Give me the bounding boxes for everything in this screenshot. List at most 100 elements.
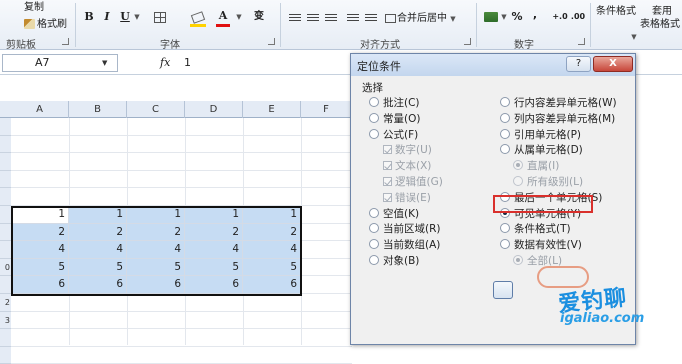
increase-decimal-button[interactable]: +.0	[552, 8, 568, 26]
row-header[interactable]	[0, 276, 11, 294]
radio-option[interactable]: 常量(O)	[369, 112, 420, 126]
sub-option: 错误(E)	[383, 191, 431, 205]
number-format-button[interactable]	[482, 8, 500, 26]
font-color-button[interactable]: A	[216, 7, 230, 25]
radio-icon	[513, 160, 523, 171]
radio-option[interactable]: 对象(B)	[369, 254, 419, 268]
radio-option[interactable]: 行内容差异单元格(W)	[500, 96, 617, 110]
border-button[interactable]	[152, 8, 168, 26]
merge-center-button[interactable]: 合并后居中 ▼	[385, 9, 456, 24]
currency-icon	[484, 12, 498, 22]
radio-option[interactable]: 当前区域(R)	[369, 222, 441, 236]
radio-option[interactable]: 批注(C)	[369, 96, 420, 110]
option-label: 引用单元格(P)	[514, 128, 582, 141]
font-color-swatch	[216, 24, 230, 27]
bold-button[interactable]: B	[82, 8, 96, 26]
percent-button[interactable]: %	[510, 8, 524, 26]
row-header[interactable]	[0, 170, 11, 189]
option-label: 文本(X)	[395, 160, 432, 173]
clipboard-launcher-icon[interactable]	[62, 38, 69, 45]
row-header[interactable]	[0, 241, 11, 259]
copy-button[interactable]: 复制	[24, 0, 44, 13]
radio-option[interactable]: 列内容差异单元格(M)	[500, 112, 615, 126]
section-label: 选择	[362, 82, 383, 94]
font-launcher-icon[interactable]	[268, 38, 275, 45]
chevron-down-icon[interactable]: ▼	[132, 8, 142, 26]
row-header[interactable]	[0, 135, 11, 154]
checkbox-icon	[383, 177, 392, 186]
column-header[interactable]: E	[243, 101, 301, 118]
align-right-button[interactable]	[324, 9, 338, 27]
dialog-title: 定位条件	[357, 60, 401, 73]
row-header[interactable]	[0, 223, 11, 242]
row-header[interactable]	[0, 346, 11, 364]
number-group-label: 数字	[514, 40, 534, 51]
column-header[interactable]: D	[185, 101, 243, 118]
help-button[interactable]: ?	[566, 56, 591, 72]
chevron-down-icon: ▼	[450, 15, 456, 23]
format-painter-button[interactable]: 格式刷	[24, 15, 67, 30]
radio-icon	[500, 223, 510, 234]
row-header[interactable]	[0, 206, 11, 224]
row-header[interactable]	[0, 188, 11, 206]
divider	[476, 3, 477, 47]
row-header[interactable]	[0, 153, 11, 171]
radio-icon	[500, 97, 510, 107]
outdent-button[interactable]	[364, 9, 378, 27]
formula-input[interactable]: 1	[184, 56, 191, 69]
column-header[interactable]: F	[301, 101, 352, 118]
column-header[interactable]: C	[127, 101, 185, 118]
chevron-down-icon[interactable]: ▼	[234, 8, 244, 26]
outdent-icon	[365, 13, 377, 23]
chevron-down-icon[interactable]: ▼	[500, 8, 508, 26]
option-label: 从属单元格(D)	[514, 144, 583, 157]
radio-icon	[500, 128, 510, 139]
sub-option: 所有级别(L)	[513, 175, 583, 189]
ok-button[interactable]	[493, 281, 513, 299]
phonetic-button[interactable]: 变	[250, 8, 268, 26]
number-launcher-icon[interactable]	[578, 38, 585, 45]
option-label: 数字(U)	[395, 144, 432, 157]
option-label: 批注(C)	[383, 97, 420, 109]
italic-button[interactable]: I	[100, 8, 114, 26]
radio-option[interactable]: 当前数组(A)	[369, 238, 440, 252]
align-right-icon	[325, 13, 337, 23]
radio-icon	[500, 112, 510, 123]
option-label: 公式(F)	[383, 128, 419, 141]
row-header[interactable]: 3	[0, 311, 11, 330]
option-label: 对象(B)	[383, 255, 420, 267]
table-format-label: 表格格式	[640, 19, 680, 30]
conditional-format-button[interactable]: 条件格式	[596, 2, 636, 17]
underline-button[interactable]: U	[118, 8, 132, 26]
decrease-decimal-button[interactable]: .00	[570, 8, 586, 26]
alignment-launcher-icon[interactable]	[464, 38, 471, 45]
align-left-button[interactable]	[288, 9, 302, 27]
row-header[interactable]	[0, 329, 11, 347]
indent-button[interactable]	[346, 9, 360, 27]
row-header[interactable]: 2	[0, 294, 11, 312]
option-label: 所有级别(L)	[527, 176, 584, 188]
chevron-down-icon[interactable]: ▼	[102, 59, 107, 67]
column-header[interactable]: A	[11, 101, 69, 118]
name-box[interactable]: A7	[2, 54, 118, 72]
radio-option[interactable]: 引用单元格(P)	[500, 128, 581, 142]
radio-icon	[513, 255, 523, 265]
clipboard-group-label: 剪贴板	[6, 40, 36, 51]
radio-option[interactable]: 从属单元格(D)	[500, 143, 583, 157]
radio-option[interactable]: 公式(F)	[369, 128, 418, 142]
radio-icon	[369, 223, 379, 234]
close-button[interactable]: X	[593, 56, 633, 72]
row-header[interactable]: 0	[0, 258, 11, 277]
comma-button[interactable]: ,	[530, 6, 540, 24]
option-label: 当前数组(A)	[383, 239, 441, 252]
row-header[interactable]	[0, 118, 11, 136]
align-center-button[interactable]	[306, 9, 320, 27]
function-icon[interactable]: fx	[160, 56, 170, 69]
radio-option[interactable]: 数据有效性(V)	[500, 238, 582, 252]
chevron-down-icon[interactable]: ▼	[630, 28, 638, 46]
column-header[interactable]: B	[69, 101, 127, 118]
radio-option[interactable]: 条件格式(T)	[500, 222, 571, 236]
radio-option[interactable]: 空值(K)	[369, 207, 419, 221]
radio-icon	[369, 128, 379, 139]
column-headers: A B C D E F	[0, 101, 352, 118]
